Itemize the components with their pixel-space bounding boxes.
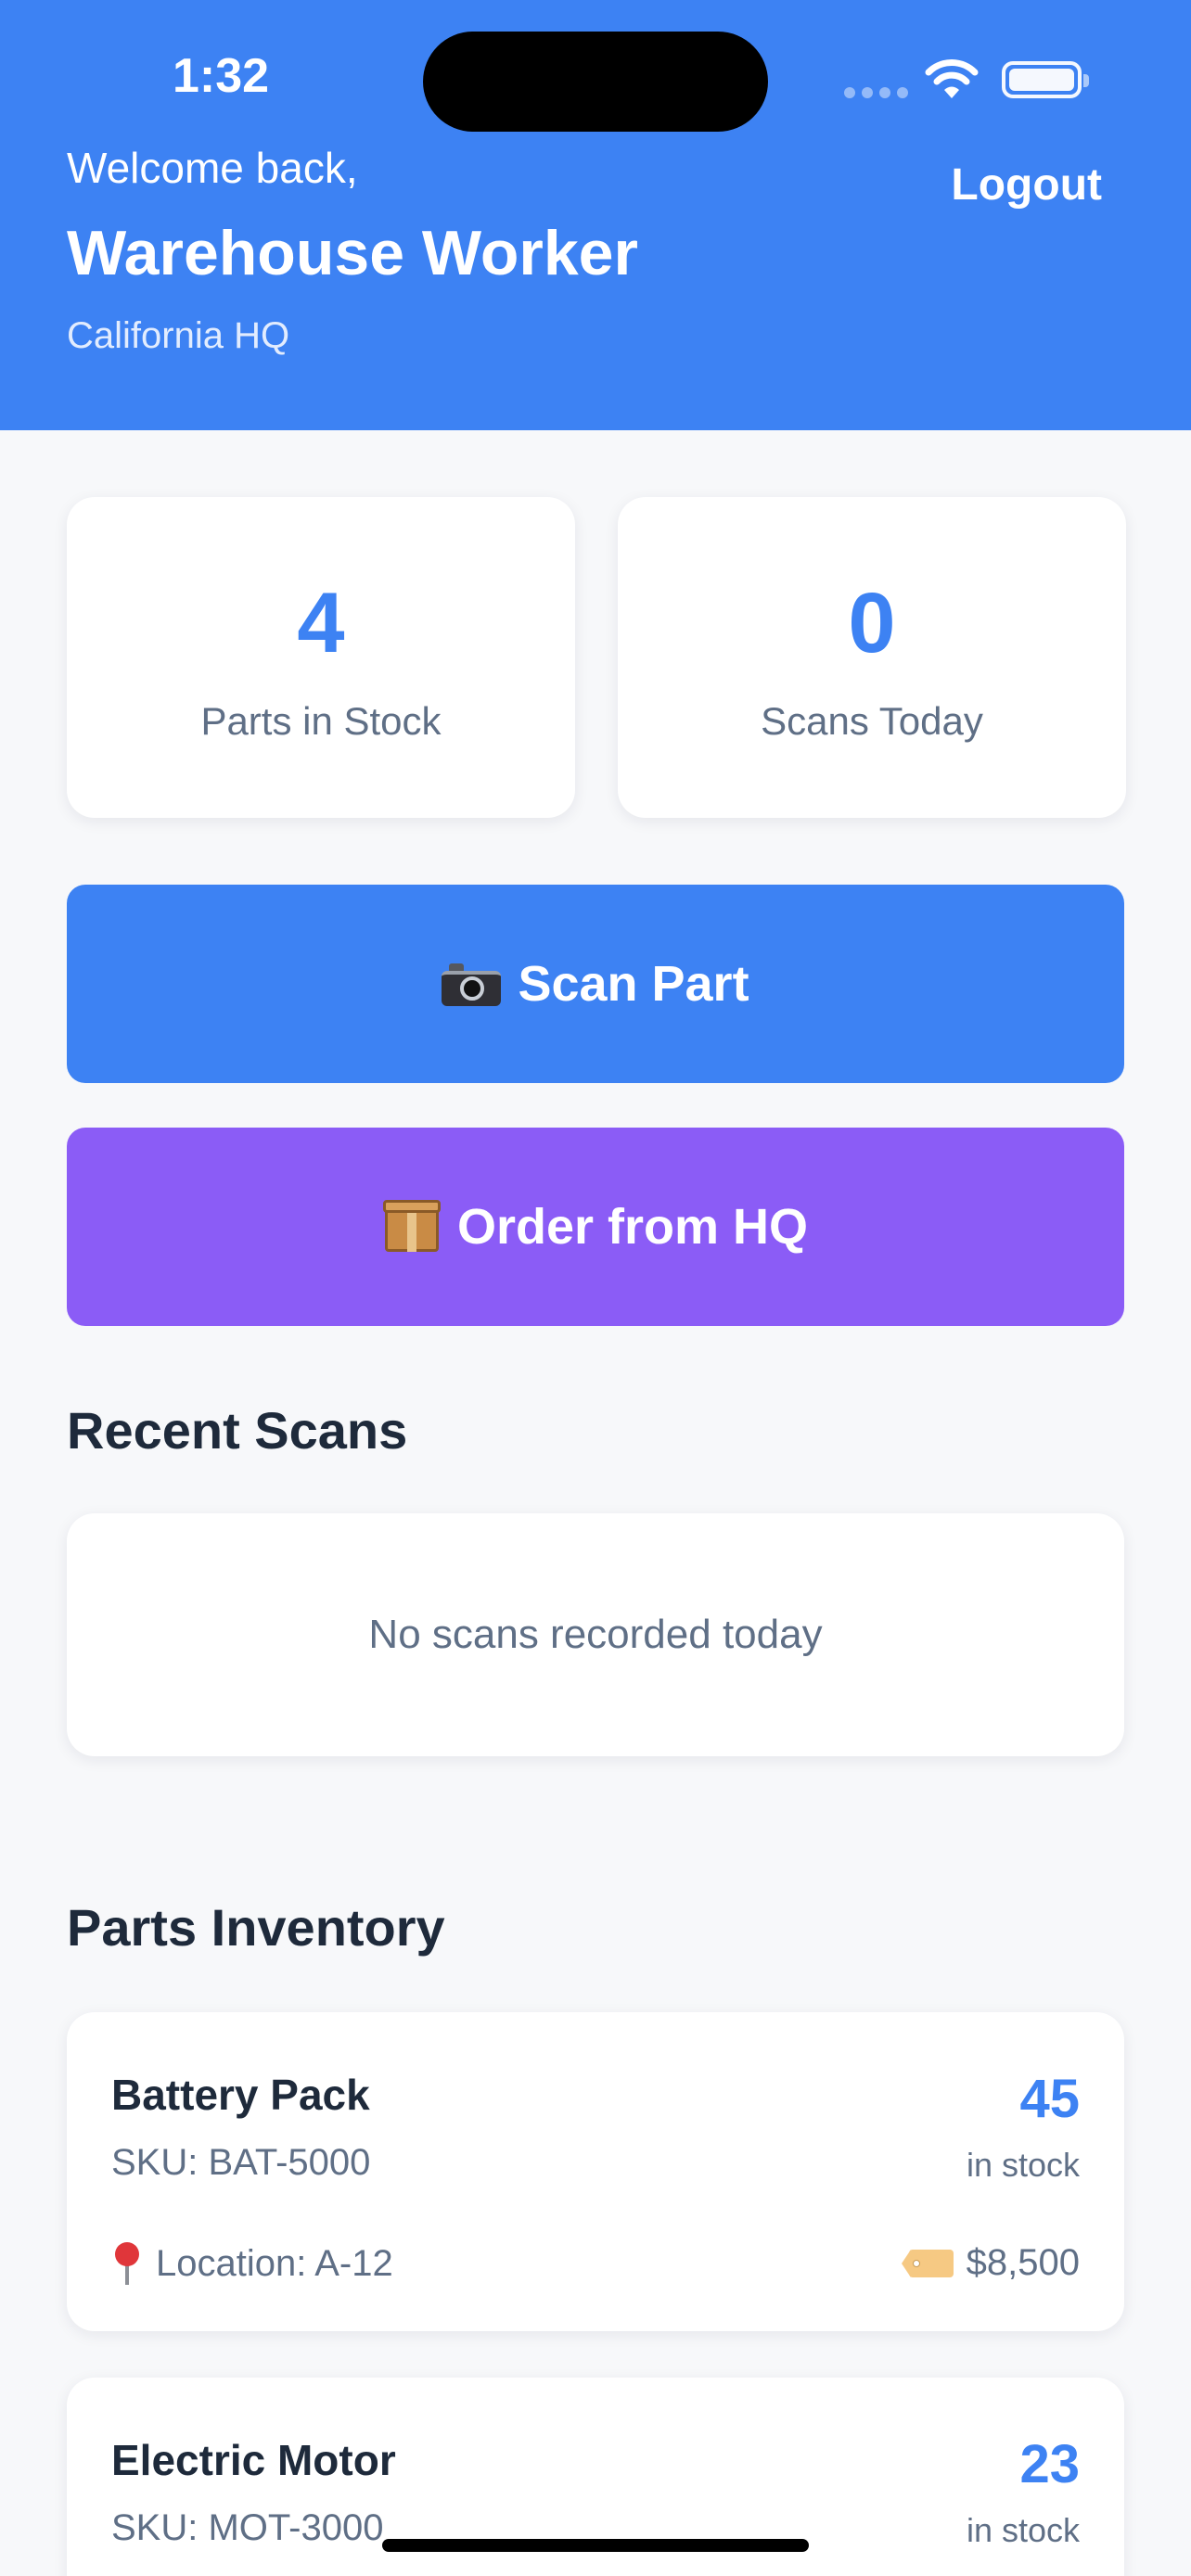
welcome-text: Welcome back,	[67, 144, 358, 192]
stat-card-parts-in-stock: 4 Parts in Stock	[67, 497, 575, 818]
battery-icon	[1002, 61, 1089, 98]
part-sku: SKU: BAT-5000	[111, 2142, 371, 2183]
part-sku: SKU: MOT-3000	[111, 2507, 384, 2548]
price-tag-icon	[901, 2248, 954, 2279]
part-name: Battery Pack	[111, 2071, 370, 2119]
stat-label: Parts in Stock	[200, 699, 442, 743]
logout-button[interactable]: Logout	[951, 159, 1102, 210]
part-quantity: 45	[1019, 2069, 1080, 2129]
part-price: $8,500	[901, 2242, 1080, 2284]
stat-value: 4	[297, 576, 345, 670]
status-time: 1:32	[173, 49, 270, 103]
stat-card-scans-today: 0 Scans Today	[618, 497, 1126, 818]
part-name: Electric Motor	[111, 2436, 396, 2484]
app-screen: 1:32 Welcome back, Warehouse Worker Cali…	[0, 0, 1191, 2576]
recent-scans-title: Recent Scans	[67, 1401, 408, 1460]
stat-value: 0	[848, 576, 896, 670]
part-price-text: $8,500	[966, 2242, 1080, 2283]
warehouse-location: California HQ	[67, 315, 290, 356]
header: 1:32 Welcome back, Warehouse Worker Cali…	[0, 0, 1191, 430]
location-pin-icon	[111, 2242, 143, 2285]
part-quantity: 23	[1019, 2434, 1080, 2494]
order-from-hq-label: Order from HQ	[456, 1199, 809, 1255]
part-card[interactable]: Battery Pack SKU: BAT-5000 45 in stock L…	[67, 2012, 1124, 2331]
package-icon	[382, 1200, 441, 1254]
home-indicator[interactable]	[382, 2539, 809, 2552]
wifi-icon	[925, 59, 979, 98]
scan-part-button[interactable]: Scan Part	[67, 885, 1124, 1083]
stat-label: Scans Today	[761, 699, 983, 743]
order-from-hq-button[interactable]: Order from HQ	[67, 1128, 1124, 1326]
part-location: Location: A-12	[111, 2242, 393, 2285]
part-location-text: Location: A-12	[156, 2242, 393, 2284]
camera-icon	[442, 962, 502, 1006]
parts-inventory-title: Parts Inventory	[67, 1898, 445, 1957]
dynamic-island	[423, 32, 768, 132]
cellular-signal-icon	[844, 87, 908, 98]
part-quantity-label: in stock	[966, 2511, 1080, 2549]
part-quantity-label: in stock	[966, 2146, 1080, 2184]
recent-scans-empty-state: No scans recorded today	[67, 1513, 1124, 1756]
scan-part-label: Scan Part	[518, 956, 749, 1012]
user-name: Warehouse Worker	[67, 218, 638, 288]
